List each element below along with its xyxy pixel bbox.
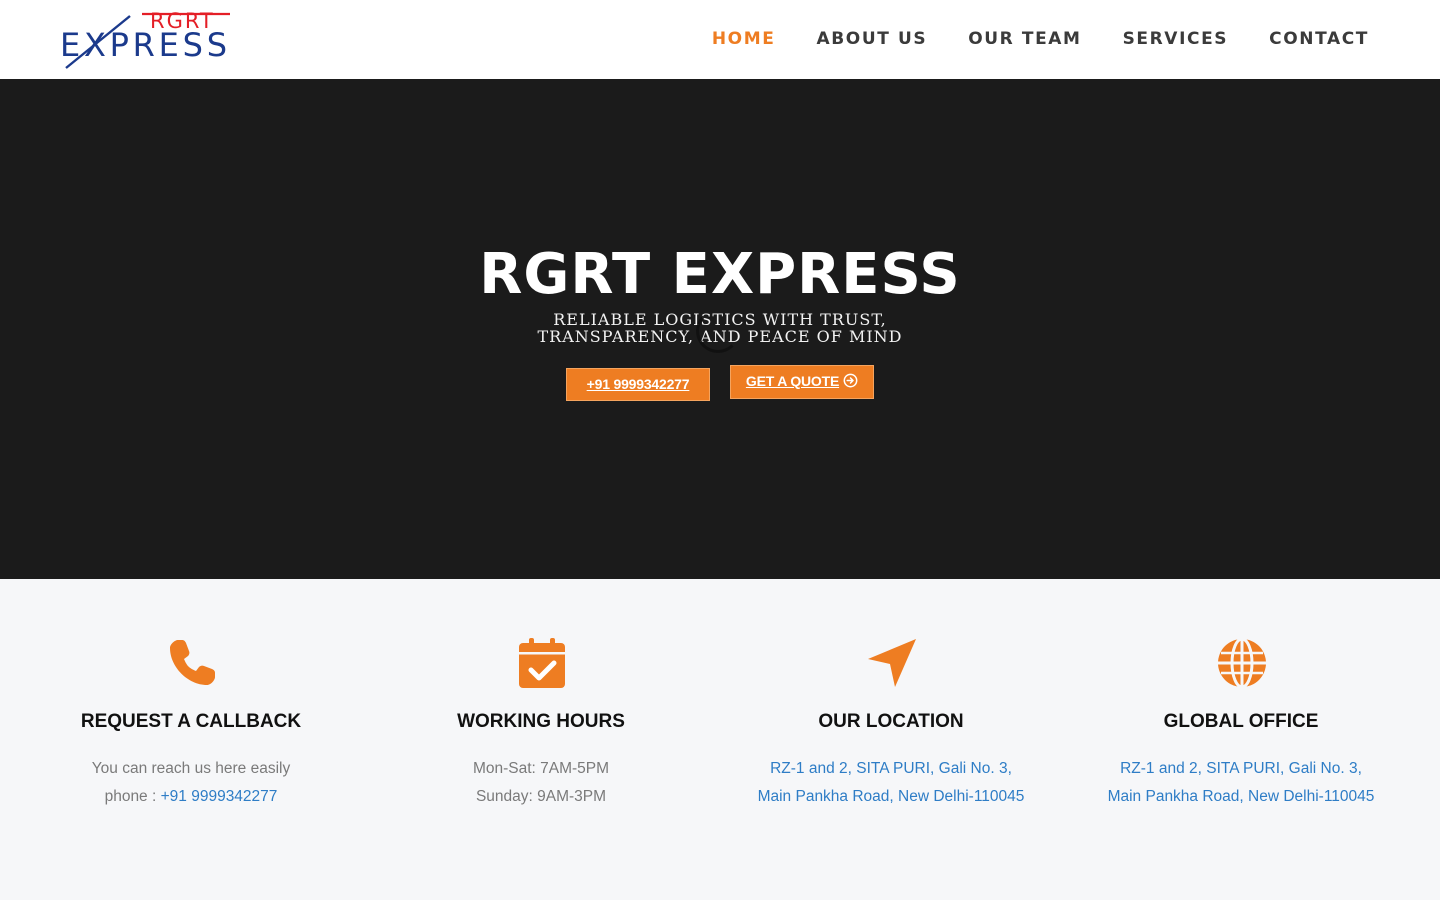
call-phone-button[interactable]: +91 9999342277: [566, 368, 710, 401]
feature-line: phone : +91 9999342277: [16, 783, 366, 811]
address-line[interactable]: Main Pankha Road, New Delhi-110045: [716, 783, 1066, 811]
site-header: RGRT EXPRESS HOME ABOUT US OUR TEAM SERV…: [0, 0, 1440, 79]
feature-title: OUR LOCATION: [818, 711, 964, 732]
feature-title: GLOBAL OFFICE: [1163, 711, 1319, 732]
address-line[interactable]: RZ-1 and 2, SITA PURI, Gali No. 3,: [1066, 755, 1416, 783]
logo-graphic: RGRT EXPRESS: [60, 9, 230, 69]
nav-contact[interactable]: CONTACT: [1269, 28, 1369, 50]
feature-text: RZ-1 and 2, SITA PURI, Gali No. 3, Main …: [1066, 755, 1416, 811]
feature-line: You can reach us here easily: [91, 760, 291, 777]
phone-prefix: phone :: [104, 788, 161, 805]
phone-link[interactable]: +91 9999342277: [161, 788, 278, 805]
feature-text: Mon-Sat: 7AM-5PM Sunday: 9AM-3PM: [366, 755, 716, 811]
nav-about-us[interactable]: ABOUT US: [816, 28, 927, 50]
nav-home[interactable]: HOME: [712, 28, 776, 50]
info-features: REQUEST A CALLBACK You can reach us here…: [0, 579, 1440, 900]
get-quote-label: GET A QUOTE: [745, 373, 840, 389]
nav-our-team[interactable]: OUR TEAM: [968, 28, 1081, 50]
feature-line: Mon-Sat: 7AM-5PM: [472, 760, 610, 777]
loading-spinner-icon: [696, 309, 740, 353]
nav-services[interactable]: SERVICES: [1123, 28, 1229, 50]
logo-bottom-text: EXPRESS: [60, 26, 228, 64]
get-quote-button[interactable]: GET A QUOTE: [730, 365, 874, 399]
feature-title: WORKING HOURS: [457, 711, 625, 732]
brand-logo[interactable]: RGRT EXPRESS: [60, 9, 232, 70]
phone-icon: [170, 640, 215, 685]
feature-title: REQUEST A CALLBACK: [80, 711, 302, 732]
feature-text: RZ-1 and 2, SITA PURI, Gali No. 3, Main …: [716, 755, 1066, 811]
main-nav: HOME ABOUT US OUR TEAM SERVICES CONTACT: [712, 28, 1369, 50]
hero-section: RGRT EXPRESS RELIABLE LOGISTICS WITH TRU…: [0, 79, 1440, 579]
feature-text: You can reach us here easily phone : +91…: [16, 755, 366, 811]
address-line[interactable]: RZ-1 and 2, SITA PURI, Gali No. 3,: [716, 755, 1066, 783]
calendar-check-icon: [519, 638, 565, 688]
hero-title: RGRT EXPRESS: [479, 242, 961, 307]
location-arrow-icon: [868, 639, 916, 687]
globe-icon: [1218, 637, 1266, 689]
address-line[interactable]: Main Pankha Road, New Delhi-110045: [1066, 783, 1416, 811]
arrow-circle-right-icon: [843, 373, 858, 388]
call-phone-label: +91 9999342277: [586, 376, 690, 392]
feature-line: Sunday: 9AM-3PM: [475, 788, 607, 805]
